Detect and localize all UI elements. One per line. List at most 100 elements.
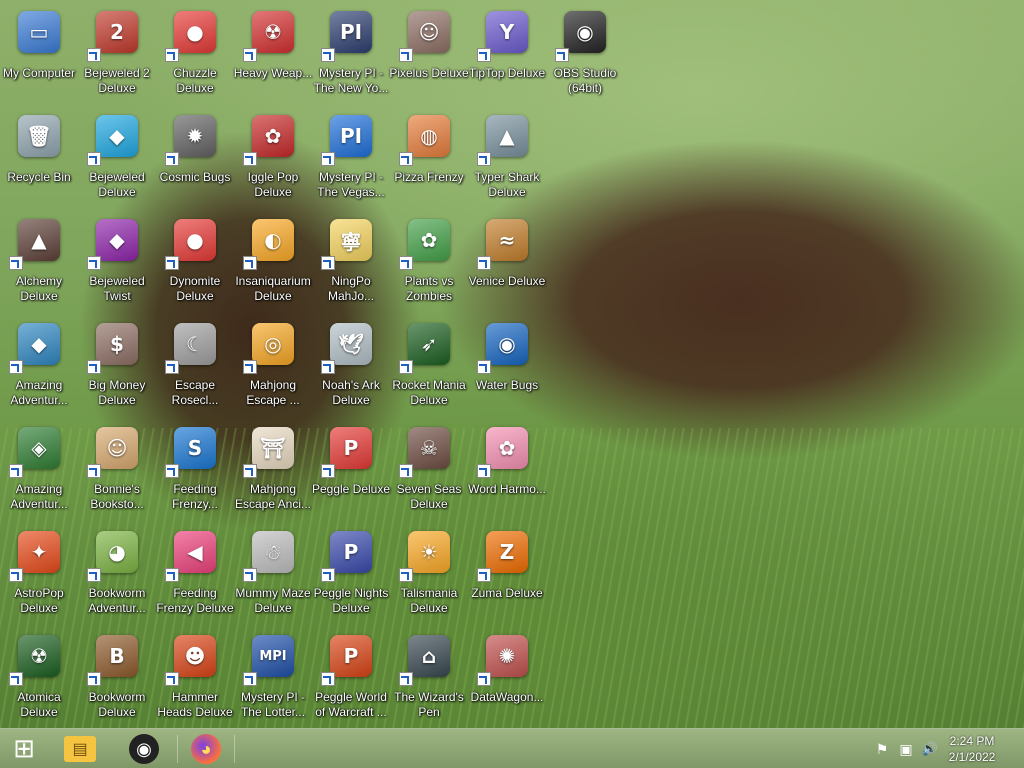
app-icon: 寧 — [330, 219, 372, 261]
desktop-icon[interactable]: ▭ My Computer — [0, 2, 78, 102]
desktop-icon-image: ◆ — [87, 216, 141, 270]
desktop-icon-image: ✦ — [9, 528, 63, 582]
desktop[interactable]: ▭ My Computer 2 Bejeweled 2 Deluxe ● Chuzzle … — [0, 0, 1024, 728]
desktop-icon-image: MPI — [243, 632, 297, 686]
app-icon: ◆ — [96, 115, 138, 157]
desktop-icon-label: Mahjong Escape Anci... — [234, 482, 312, 511]
app-icon: ◉ — [486, 323, 528, 365]
desktop-icon[interactable]: ✿ Word Harmo... — [468, 418, 546, 518]
desktop-icon[interactable]: ≈ Venice Deluxe — [468, 210, 546, 310]
desktop-icon[interactable]: P Peggle Nights Deluxe — [312, 522, 390, 622]
desktop-icon-image: ◆ — [87, 112, 141, 166]
start-button[interactable]: ⊞ — [0, 729, 48, 768]
desktop-icon[interactable]: ● Dynomite Deluxe — [156, 210, 234, 310]
desktop-icon-image: P — [321, 528, 375, 582]
desktop-icon[interactable]: ☺ Bonnie's Booksto... — [78, 418, 156, 518]
desktop-icon[interactable]: ◆ Bejeweled Twist — [78, 210, 156, 310]
app-icon: ☾ — [174, 323, 216, 365]
shortcut-arrow-icon — [477, 256, 491, 270]
desktop-icon[interactable]: ◎ Mahjong Escape ... — [234, 314, 312, 414]
desktop-icon[interactable]: ☃ Mummy Maze Deluxe — [234, 522, 312, 622]
desktop-icon-label: AstroPop Deluxe — [14, 586, 64, 615]
desktop-icon[interactable]: ⌂ The Wizard's Pen — [390, 626, 468, 726]
shortcut-arrow-icon — [87, 152, 101, 166]
desktop-icon[interactable]: ▲ Alchemy Deluxe — [0, 210, 78, 310]
desktop-icon[interactable]: ● Chuzzle Deluxe — [156, 2, 234, 102]
desktop-icon[interactable]: ☢ Atomica Deluxe — [0, 626, 78, 726]
desktop-icon[interactable]: ▲ Typer Shark Deluxe — [468, 106, 546, 206]
shortcut-arrow-icon — [165, 256, 179, 270]
desktop-icon[interactable]: PI Mystery PI - The New Yo... — [312, 2, 390, 102]
desktop-icon[interactable]: ✹ Cosmic Bugs — [156, 106, 234, 206]
desktop-icon-label: Cosmic Bugs — [159, 170, 231, 184]
desktop-icon-label: Dynomite Deluxe — [169, 274, 221, 303]
taskbar-obs-button[interactable]: ◉ — [120, 729, 168, 768]
desktop-icon[interactable]: ☺ Pixelus Deluxe — [389, 2, 469, 102]
app-icon: ◎ — [252, 323, 294, 365]
desktop-icon[interactable]: ◆ Bejeweled Deluxe — [78, 106, 156, 206]
app-icon: ☃ — [252, 531, 294, 573]
desktop-icon[interactable]: 🗑 Recycle Bin — [0, 106, 78, 206]
desktop-icon[interactable]: S Feeding Frenzy... — [156, 418, 234, 518]
desktop-icon[interactable]: 🕊 Noah's Ark Deluxe — [312, 314, 390, 414]
volume-icon[interactable]: 🔊 — [922, 741, 938, 757]
desktop-icon[interactable]: ⛩ Mahjong Escape Anci... — [234, 418, 312, 518]
desktop-icon[interactable]: Z Zuma Deluxe — [468, 522, 546, 622]
taskbar-file-explorer-button[interactable]: ▤ — [56, 729, 104, 768]
desktop-icon[interactable]: ☀ Talismania Deluxe — [390, 522, 468, 622]
desktop-icon[interactable]: 寧 NingPo MahJo... — [312, 210, 390, 310]
shortcut-arrow-icon — [87, 568, 101, 582]
desktop-icon-label: Alchemy Deluxe — [15, 274, 62, 303]
desktop-icon[interactable]: Y TipTop Deluxe — [468, 2, 546, 102]
desktop-icon[interactable]: P Peggle World of Warcraft ... — [312, 626, 390, 726]
desktop-icon-image: ◕ — [87, 528, 141, 582]
desktop-icon[interactable]: ✿ Plants vs Zombies — [390, 210, 468, 310]
app-icon: 🕊 — [330, 323, 372, 365]
desktop-icon-label: Insaniquarium Deluxe — [235, 274, 311, 303]
desktop-icon[interactable]: ◉ OBS Studio (64bit) — [546, 2, 624, 102]
taskbar-separator — [234, 735, 235, 763]
desktop-icon-image: P — [321, 424, 375, 478]
desktop-icon[interactable]: ✺ DataWagon... — [468, 626, 546, 726]
desktop-icon-image: ◀ — [165, 528, 219, 582]
taskbar-firefox-button[interactable]: ◕ — [182, 729, 230, 768]
desktop-icon-label: Talismania Deluxe — [400, 586, 458, 615]
desktop-icon[interactable]: ◆ Amazing Adventur... — [0, 314, 78, 414]
desktop-icon[interactable]: B Bookworm Deluxe — [78, 626, 156, 726]
desktop-icon[interactable]: ◉ Water Bugs — [468, 314, 546, 414]
desktop-icon-image: ◐ — [243, 216, 297, 270]
desktop-icon[interactable]: ◕ Bookworm Adventur... — [78, 522, 156, 622]
desktop-icon-image: B — [87, 632, 141, 686]
desktop-icon[interactable]: PI Mystery PI - The Vegas... — [312, 106, 390, 206]
app-icon: ✹ — [174, 115, 216, 157]
desktop-icon[interactable]: P Peggle Deluxe — [312, 418, 390, 518]
shortcut-arrow-icon — [321, 464, 335, 478]
desktop-icon[interactable]: ◐ Insaniquarium Deluxe — [234, 210, 312, 310]
desktop-icon[interactable]: ☾ Escape Rosecl... — [156, 314, 234, 414]
desktop-icon[interactable]: ◍ Pizza Frenzy — [390, 106, 468, 206]
desktop-icon[interactable]: ☠ Seven Seas Deluxe — [390, 418, 468, 518]
desktop-icon[interactable]: ✦ AstroPop Deluxe — [0, 522, 78, 622]
system-clock[interactable]: 2:24 PM 2/1/2022 — [942, 733, 1002, 765]
desktop-icon[interactable]: ☻ Hammer Heads Deluxe — [156, 626, 234, 726]
shortcut-arrow-icon — [321, 48, 335, 62]
network-icon[interactable]: ▣ — [898, 741, 914, 757]
desktop-icon[interactable]: ✿ Iggle Pop Deluxe — [234, 106, 312, 206]
desktop-icon-label: OBS Studio (64bit) — [553, 66, 617, 95]
action-center-flag-icon[interactable]: ⚑ — [874, 741, 890, 757]
desktop-icon[interactable]: ◈ Amazing Adventur... — [0, 418, 78, 518]
desktop-icon[interactable]: 2 Bejeweled 2 Deluxe — [78, 2, 156, 102]
shortcut-arrow-icon — [87, 256, 101, 270]
desktop-icon[interactable]: ◀ Feeding Frenzy Deluxe — [156, 522, 234, 622]
shortcut-arrow-icon — [165, 568, 179, 582]
desktop-icon[interactable]: ☢ Heavy Weap... — [234, 2, 312, 102]
shortcut-arrow-icon — [87, 464, 101, 478]
desktop-icon-label: Big Money Deluxe — [88, 378, 146, 407]
desktop-icon[interactable]: $ Big Money Deluxe — [78, 314, 156, 414]
desktop-icon[interactable]: MPI Mystery PI - The Lotter... — [234, 626, 312, 726]
app-icon: MPI — [252, 635, 294, 677]
shortcut-arrow-icon — [9, 256, 23, 270]
desktop-icon-image: ◉ — [477, 320, 531, 374]
app-icon: S — [174, 427, 216, 469]
desktop-icon[interactable]: ➶ Rocket Mania Deluxe — [390, 314, 468, 414]
